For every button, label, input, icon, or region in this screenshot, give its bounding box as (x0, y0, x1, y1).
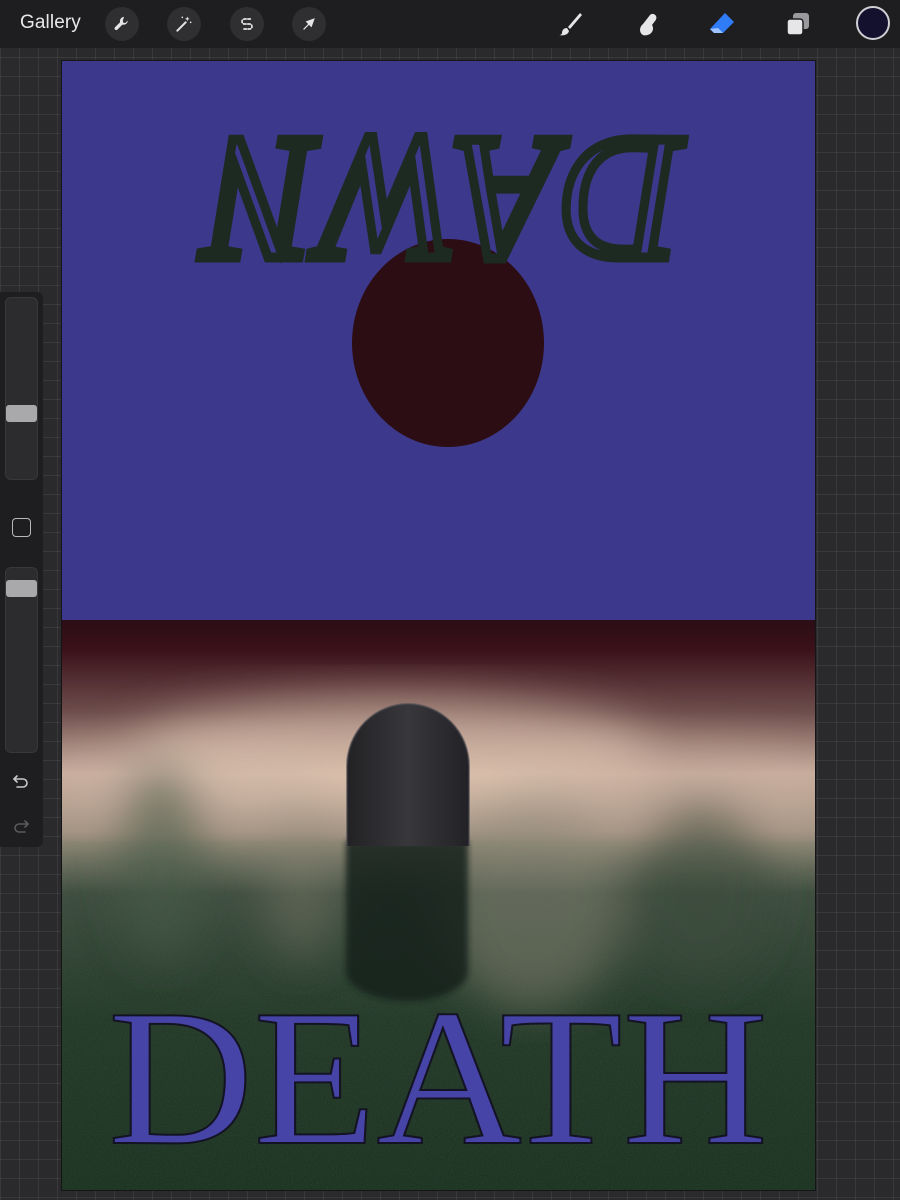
brush-size-slider-thumb[interactable] (6, 405, 37, 422)
top-toolbar: Gallery (0, 0, 900, 48)
undo-button[interactable] (10, 770, 32, 792)
layers-icon (786, 13, 809, 36)
layers-button[interactable] (780, 6, 816, 42)
eraser-icon (710, 13, 734, 33)
brush-size-slider[interactable] (5, 297, 38, 480)
transform-button[interactable] (292, 7, 326, 41)
artwork: DAWN DEATH (62, 61, 815, 1190)
color-picker-swatch[interactable] (856, 6, 890, 40)
brush-icon (559, 13, 582, 36)
redo-icon (14, 820, 29, 833)
drawing-canvas[interactable]: DAWN DEATH (62, 61, 815, 1190)
smudge-icon (640, 13, 657, 36)
wrench-icon (114, 16, 128, 31)
selection-button[interactable] (230, 7, 264, 41)
redo-button[interactable] (10, 815, 32, 837)
magic-wand-icon (176, 16, 192, 32)
tombstone (347, 704, 469, 846)
death-text: DEATH (108, 970, 768, 1186)
smudge-button[interactable] (630, 6, 666, 42)
modify-square-icon[interactable] (12, 518, 31, 537)
opacity-slider[interactable] (5, 567, 38, 753)
opacity-slider-thumb[interactable] (6, 580, 37, 597)
dawn-text: DAWN (199, 101, 684, 300)
gallery-button[interactable]: Gallery (20, 12, 81, 34)
arrow-cursor-icon (303, 18, 315, 30)
selection-s-icon (241, 18, 253, 30)
adjustments-button[interactable] (167, 7, 201, 41)
eraser-button[interactable] (704, 6, 740, 42)
left-sidebar (0, 292, 43, 847)
actions-button[interactable] (105, 7, 139, 41)
undo-icon (13, 775, 28, 788)
brush-button[interactable] (552, 6, 588, 42)
